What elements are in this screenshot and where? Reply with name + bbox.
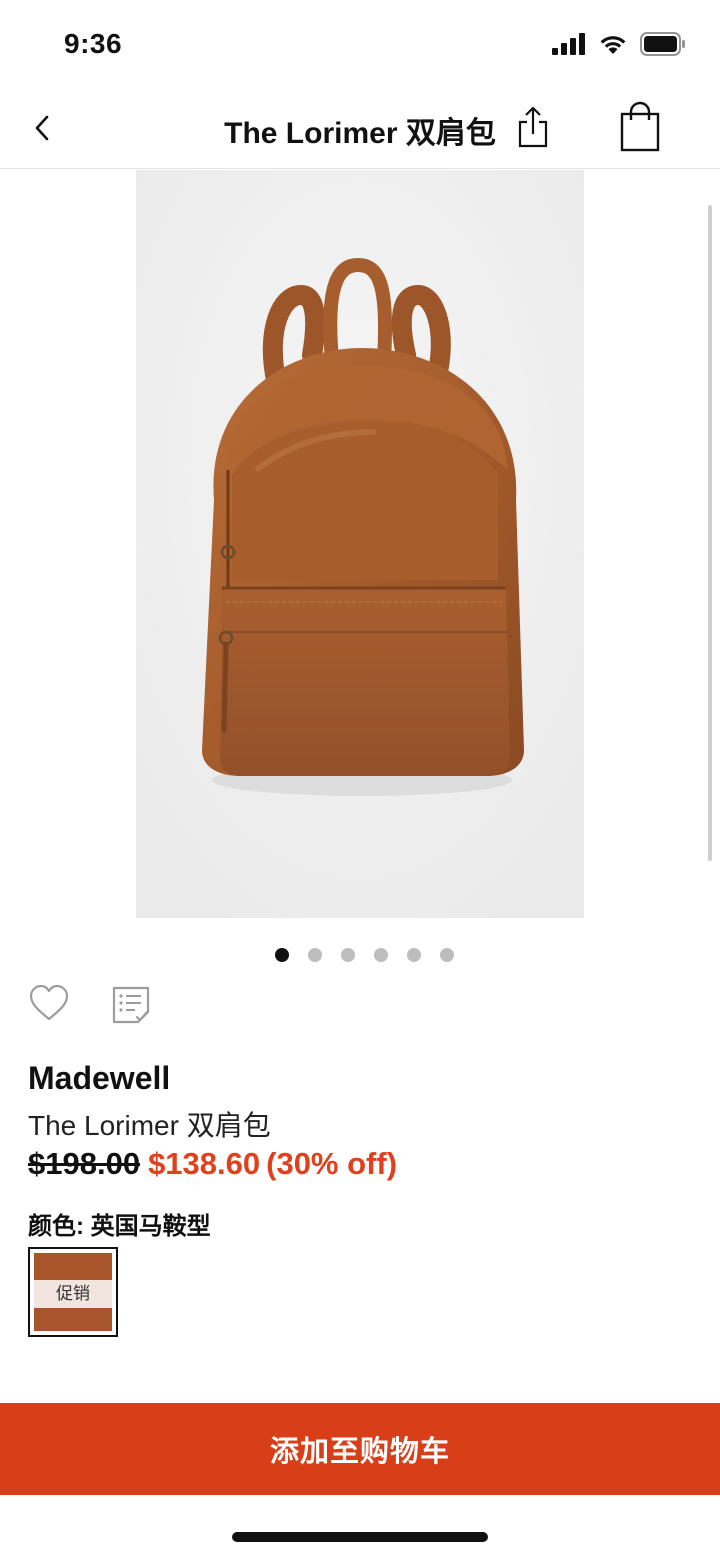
status-bar: 9:36: [0, 0, 720, 90]
product-name: The Lorimer 双肩包: [28, 1110, 271, 1141]
status-time: 9:36: [64, 28, 123, 59]
home-indicator: [232, 1532, 488, 1542]
pagination-dot-6[interactable]: [439, 948, 454, 962]
wifi-icon: [600, 36, 626, 54]
backpack-image: [136, 170, 584, 918]
discount-label: (30% off): [266, 1146, 398, 1181]
scroll-indicator[interactable]: [708, 205, 712, 861]
image-pagination: [0, 948, 720, 962]
share-button[interactable]: [514, 104, 552, 150]
product-image[interactable]: [136, 170, 584, 918]
add-to-list-button[interactable]: [110, 984, 152, 1026]
pagination-dot-3[interactable]: [340, 948, 355, 962]
color-swatch[interactable]: 促销: [28, 1247, 118, 1337]
shopping-bag-button[interactable]: [618, 100, 662, 152]
pagination-dot-2[interactable]: [307, 948, 322, 962]
wishlist-button[interactable]: [28, 984, 70, 1022]
color-label: 颜色: 英国马鞍型: [28, 1213, 211, 1240]
share-icon: [518, 106, 548, 148]
price-row: $198.00 $138.60 (30% off): [28, 1146, 397, 1182]
swatch-fill: 促销: [34, 1253, 112, 1331]
shopping-bag-icon: [620, 101, 660, 152]
status-icons: [552, 32, 686, 56]
sale-badge: 促销: [34, 1280, 112, 1308]
add-to-cart-button[interactable]: 添加至购物车: [0, 1403, 720, 1495]
battery-icon: [640, 32, 685, 56]
cellular-signal-icon: [552, 33, 585, 55]
page-title: The Lorimer 双肩包: [224, 117, 496, 150]
checklist-icon: [112, 986, 150, 1024]
brand-name[interactable]: Madewell: [28, 1060, 170, 1097]
sale-price: $138.60: [148, 1146, 261, 1181]
pagination-dot-1[interactable]: [274, 948, 289, 962]
heart-icon: [29, 984, 69, 1021]
nav-bar: The Lorimer 双肩包: [0, 90, 720, 169]
pagination-dot-5[interactable]: [406, 948, 421, 962]
original-price: $198.00: [28, 1146, 141, 1181]
pagination-dot-4[interactable]: [373, 948, 388, 962]
